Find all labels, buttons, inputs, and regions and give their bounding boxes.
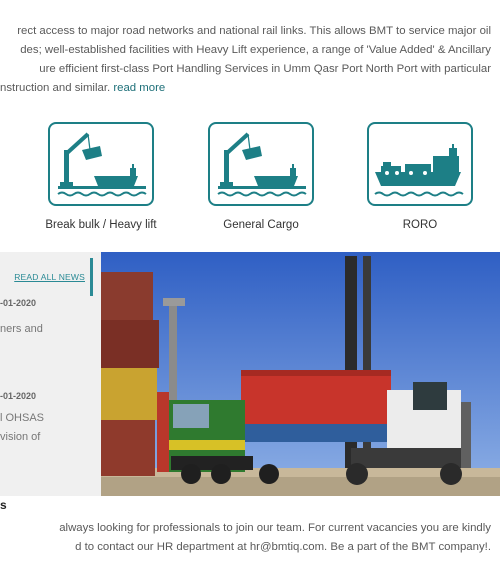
crane-ship-icon <box>57 132 147 197</box>
careers-line: always looking for professionals to join… <box>59 522 491 534</box>
read-more-link[interactable]: read more <box>113 82 165 94</box>
service-tile[interactable] <box>48 122 154 206</box>
news-date: -01-2020 <box>0 298 37 308</box>
service-general-cargo[interactable]: General Cargo <box>196 122 326 231</box>
service-roro[interactable]: RORO <box>355 122 485 231</box>
intro-line-text: nstruction and similar. <box>0 82 111 94</box>
service-label: Break bulk / Heavy lift <box>45 219 157 231</box>
port-photo <box>101 252 500 496</box>
news-date: -01-2020 <box>0 391 37 401</box>
news-excerpt[interactable]: l OHSAS <box>0 409 44 428</box>
roro-ship-icon <box>374 144 464 197</box>
careers-paragraph: always looking for professionals to join… <box>0 519 500 557</box>
crane-ship-icon <box>217 132 307 197</box>
news-excerpt[interactable]: ners and <box>0 320 43 339</box>
news-and-photo-band: READ ALL NEWS -01-2020 ners and -01-2020… <box>0 252 500 496</box>
read-all-news-link[interactable]: READ ALL NEWS <box>14 258 93 296</box>
service-tile[interactable] <box>367 122 473 206</box>
intro-paragraph: rect access to major road networks and n… <box>0 22 500 98</box>
intro-line: rect access to major road networks and n… <box>17 25 491 37</box>
careers-line: d to contact our HR department at hr@bmt… <box>75 541 491 553</box>
service-break-bulk[interactable]: Break bulk / Heavy lift <box>36 122 166 231</box>
intro-line: ure efficient first-class Port Handling … <box>39 63 491 75</box>
service-label: General Cargo <box>223 219 299 231</box>
intro-line: des; well-established facilities with He… <box>20 44 491 56</box>
intro-line-last: nstruction and similar. read more <box>0 79 500 98</box>
service-tile[interactable] <box>208 122 314 206</box>
service-label: RORO <box>402 219 438 231</box>
port-photo-image <box>101 252 500 496</box>
news-panel: READ ALL NEWS -01-2020 ners and -01-2020… <box>0 252 101 496</box>
services-row: Break bulk / Heavy lift General Cargo RO… <box>0 122 500 242</box>
careers-title: s <box>0 498 7 512</box>
news-excerpt[interactable]: vision of <box>0 428 40 447</box>
